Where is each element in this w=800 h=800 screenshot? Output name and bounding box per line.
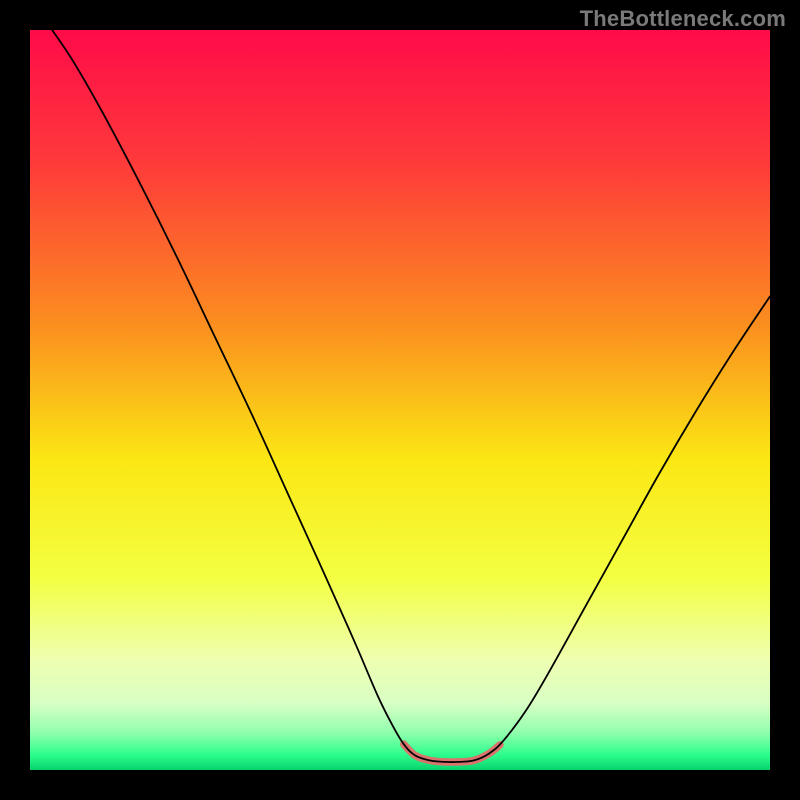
chart-frame: TheBottleneck.com — [0, 0, 800, 800]
chart-plot — [30, 30, 770, 770]
chart-background — [30, 30, 770, 770]
watermark-text: TheBottleneck.com — [580, 6, 786, 32]
